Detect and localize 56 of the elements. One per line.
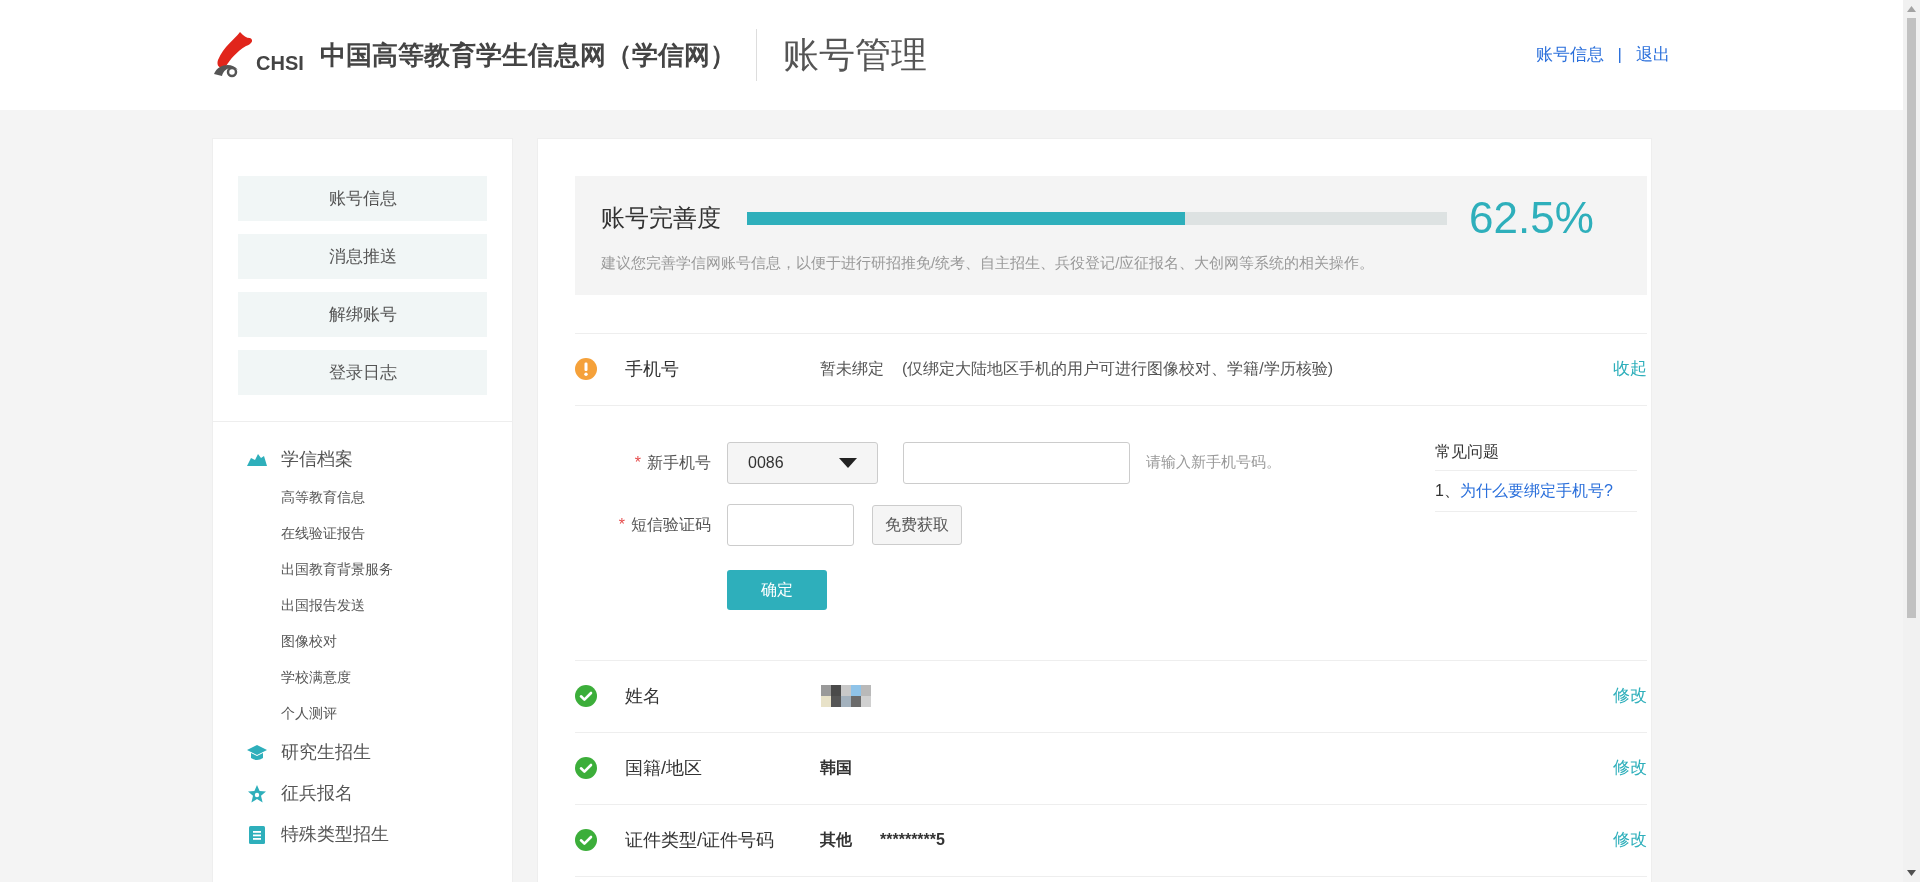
faq-number: 1、: [1435, 480, 1460, 501]
phone-input[interactable]: [903, 441, 1130, 484]
header-link[interactable]: 账号信息: [1535, 42, 1604, 68]
field-value: 暂未绑定: [820, 359, 884, 379]
completeness-percent: 62.5%: [1469, 196, 1594, 240]
field-note: (仅绑定大陆地区手机的用户可进行图像校对、学籍/学历核验): [902, 359, 1334, 379]
sidebar-menu-button[interactable]: 账号信息: [238, 176, 487, 221]
document-icon: [248, 824, 266, 845]
sidebar-sub-link[interactable]: 出国报告发送: [281, 594, 480, 617]
scroll-down-icon: [1907, 870, 1916, 876]
sidebar-sub-link[interactable]: 在线验证报告: [281, 522, 480, 545]
completeness-hint: 建议您完善学信网账号信息，以便于进行研招推免/统考、自主招生、兵役登记/应征报名、大创网等系统的相关操作。: [601, 253, 1376, 273]
check-icon: [575, 829, 597, 851]
required-asterisk: *: [618, 514, 625, 535]
caret-icon: [839, 457, 857, 468]
sidebar-sub-link[interactable]: 高等教育信息: [281, 486, 480, 509]
sms-code-input[interactable]: [727, 503, 854, 546]
check-icon: [575, 757, 597, 779]
faq-link[interactable]: 为什么要绑定手机号?: [1459, 478, 1613, 503]
country-code-dropdown[interactable]: 0086: [727, 441, 878, 484]
check-icon: [575, 685, 597, 707]
sidebar-menu-button[interactable]: 消息推送: [238, 234, 487, 279]
faq-title: 常见问题: [1435, 439, 1637, 471]
link-separator: |: [1617, 44, 1622, 67]
sidebar-section-link[interactable]: 征兵报名: [281, 780, 353, 807]
header-link[interactable]: 退出: [1636, 42, 1670, 68]
sidebar-sub-link[interactable]: 学校满意度: [281, 666, 480, 689]
scrollbar-thumb[interactable]: [1907, 18, 1916, 618]
field-label: 新手机号: [647, 452, 711, 473]
field-label: 短信验证码: [631, 514, 711, 535]
page-title: 账号管理: [782, 33, 927, 77]
field-name: 姓名: [625, 684, 662, 708]
warning-icon: [575, 358, 597, 380]
completeness-title: 账号完善度: [601, 203, 721, 233]
sidebar-sub-link[interactable]: 个人测评: [281, 702, 480, 725]
field-name: 手机号: [625, 357, 680, 381]
sidebar-sub-link[interactable]: 出国教育背景服务: [281, 558, 480, 581]
sidebar-menu-button[interactable]: 解绑账号: [238, 292, 487, 337]
sidebar-section-link[interactable]: 研究生招生: [281, 739, 371, 766]
sidebar-section-link[interactable]: 学信档案: [281, 446, 353, 473]
get-code-button[interactable]: 免费获取: [872, 504, 962, 545]
sidebar-section-link[interactable]: 特殊类型招生: [281, 821, 389, 848]
site-name: 中国高等教育学生信息网（学信网）: [319, 38, 736, 72]
star-icon: [247, 783, 267, 804]
field-value: 韩国: [820, 758, 852, 778]
sidebar-sub-link[interactable]: 图像校对: [281, 630, 480, 653]
graduation-cap-icon: [247, 743, 267, 762]
required-asterisk: *: [634, 452, 641, 473]
field-value: 其他: [820, 830, 852, 850]
phone-hint: 请输入新手机号码。: [1146, 452, 1281, 473]
field-name: 证件类型/证件号码: [625, 828, 775, 852]
field-name: 国籍/地区: [625, 756, 703, 780]
scroll-up-icon: [1907, 6, 1916, 12]
field-note: *********5: [880, 830, 945, 850]
sidebar-menu-button[interactable]: 登录日志: [238, 350, 487, 395]
site-logo[interactable]: CHSI: [210, 30, 304, 80]
